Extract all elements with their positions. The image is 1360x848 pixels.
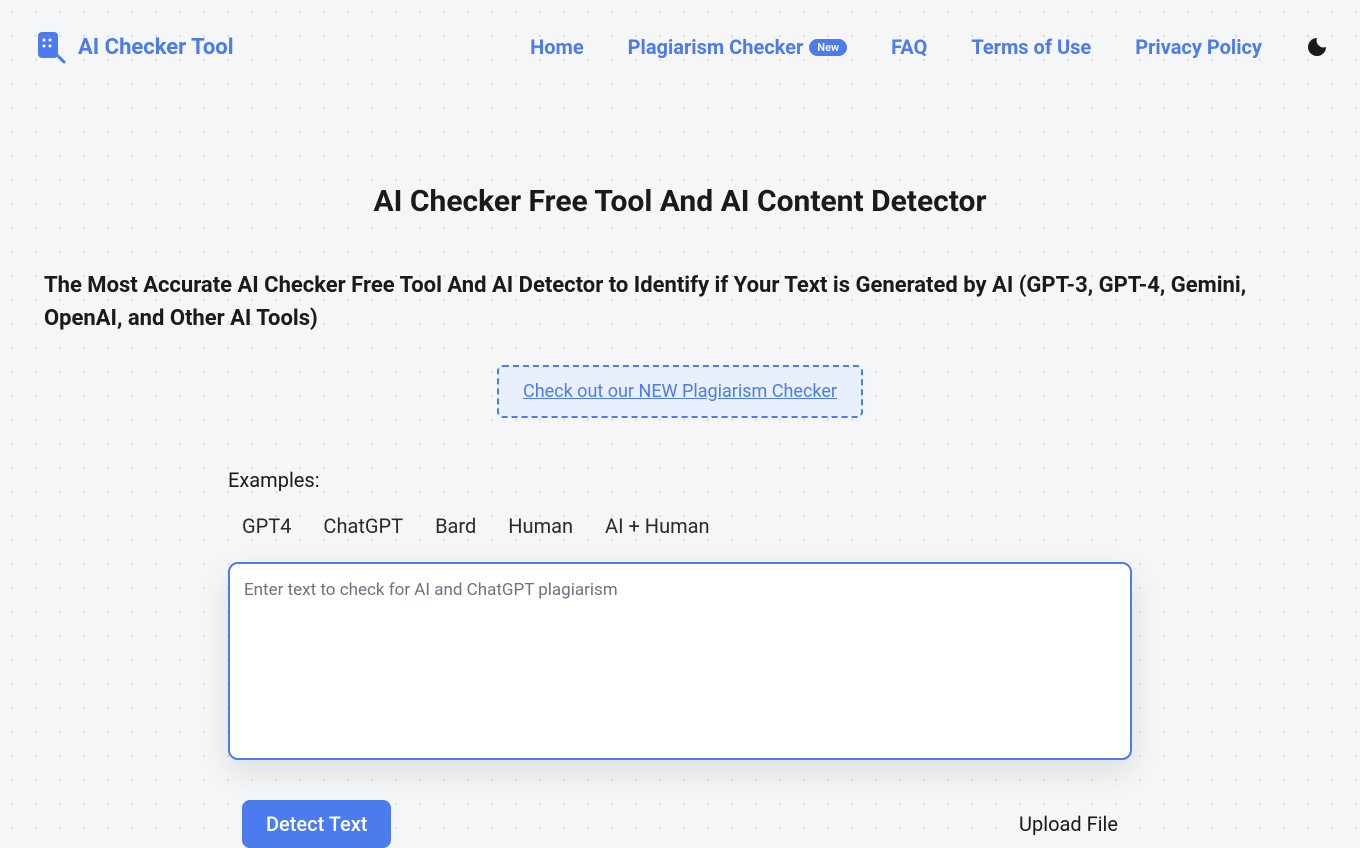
logo-icon bbox=[32, 28, 70, 66]
logo-section[interactable]: AI Checker Tool bbox=[32, 28, 234, 66]
tab-human[interactable]: Human bbox=[508, 510, 573, 542]
promo-banner[interactable]: Check out our NEW Plagiarism Checker bbox=[497, 365, 863, 418]
page-title: AI Checker Free Tool And AI Content Dete… bbox=[44, 184, 1316, 219]
tool-section: Examples: GPT4 ChatGPT Bard Human AI + H… bbox=[228, 468, 1132, 848]
example-tabs: GPT4 ChatGPT Bard Human AI + Human bbox=[228, 510, 1132, 542]
moon-icon bbox=[1306, 36, 1328, 58]
nav-terms[interactable]: Terms of Use bbox=[971, 35, 1091, 59]
main-content: AI Checker Free Tool And AI Content Dete… bbox=[0, 94, 1360, 848]
nav-faq[interactable]: FAQ bbox=[891, 35, 927, 59]
tab-bard[interactable]: Bard bbox=[435, 510, 476, 542]
tab-chatgpt[interactable]: ChatGPT bbox=[323, 510, 403, 542]
logo-text: AI Checker Tool bbox=[78, 35, 234, 60]
nav-home[interactable]: Home bbox=[530, 35, 584, 59]
tab-ai-human[interactable]: AI + Human bbox=[605, 510, 710, 542]
text-input[interactable] bbox=[228, 562, 1132, 760]
page-subtitle: The Most Accurate AI Checker Free Tool A… bbox=[44, 269, 1316, 335]
nav-privacy[interactable]: Privacy Policy bbox=[1135, 35, 1262, 59]
action-row: Detect Text Upload File bbox=[228, 800, 1132, 848]
upload-file-link[interactable]: Upload File bbox=[1019, 812, 1118, 836]
main-nav: Home Plagiarism Checker New FAQ Terms of… bbox=[530, 35, 1328, 59]
nav-plagiarism-checker[interactable]: Plagiarism Checker New bbox=[628, 35, 847, 59]
header: AI Checker Tool Home Plagiarism Checker … bbox=[0, 0, 1360, 94]
tab-gpt4[interactable]: GPT4 bbox=[242, 510, 291, 542]
detect-button[interactable]: Detect Text bbox=[242, 800, 391, 848]
theme-toggle[interactable] bbox=[1306, 36, 1328, 58]
examples-label: Examples: bbox=[228, 468, 1132, 492]
nav-plagiarism-label: Plagiarism Checker bbox=[628, 35, 804, 59]
new-badge: New bbox=[809, 39, 847, 56]
